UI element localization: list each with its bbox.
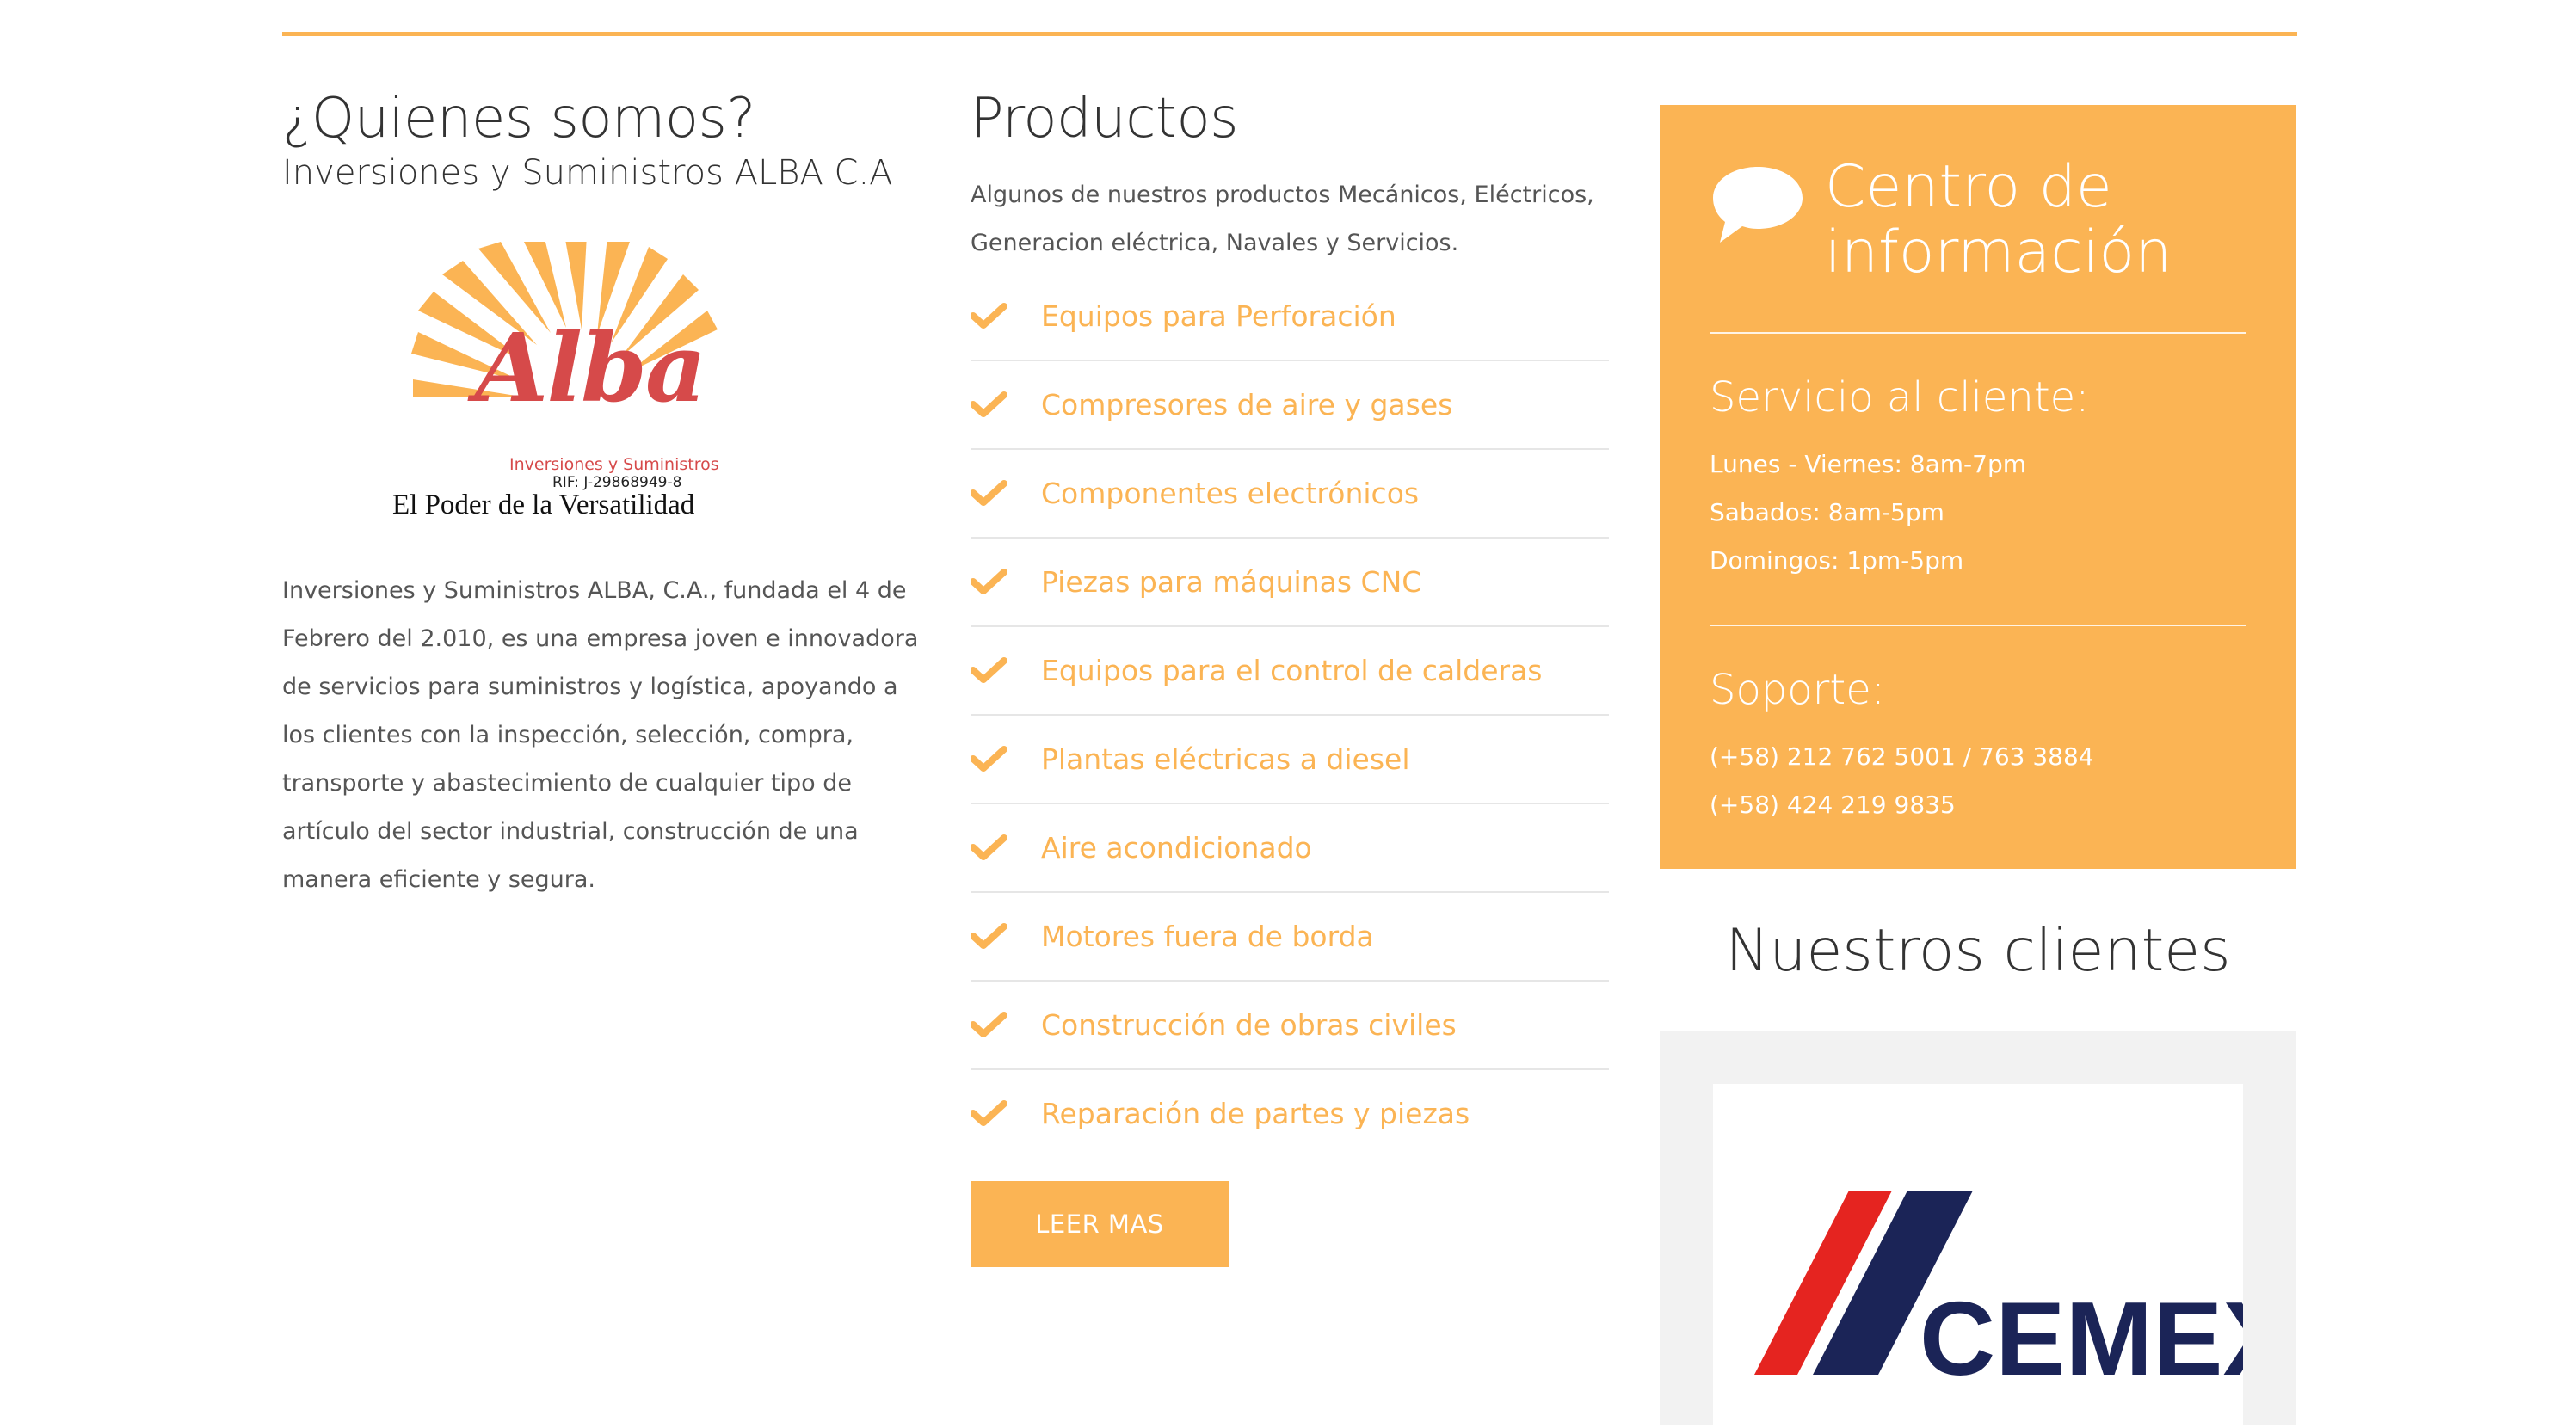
- check-icon: [971, 303, 1007, 329]
- clients-carousel: CEMEX: [1660, 1031, 2296, 1425]
- support-phone-line: (+58) 212 762 5001 / 763 3884: [1710, 742, 2094, 771]
- products-intro: Algunos de nuestros productos Mecánicos,…: [971, 181, 1594, 256]
- check-icon: [971, 569, 1007, 595]
- product-item-label: Plantas eléctricas a diesel: [1041, 742, 1410, 776]
- cemex-logo-text: CEMEX: [1920, 1280, 2243, 1397]
- about-section: ¿Quienes somos? Inversiones y Suministro…: [282, 86, 919, 904]
- clients-title: Nuestros clientes: [1725, 917, 2231, 985]
- service-hours: Lunes - Viernes: 8am-7pm Sabados: 8am-5p…: [1710, 440, 2026, 585]
- product-list-item[interactable]: Construcción de obras civiles: [971, 982, 1609, 1070]
- speech-bubble-icon: [1713, 167, 1803, 243]
- product-list-item[interactable]: Equipos para Perforación: [971, 273, 1609, 361]
- alba-logo-name: Alba: [475, 311, 706, 423]
- alba-logo-tagline: Inversiones y Suministros: [509, 454, 719, 474]
- info-center-box: Centro de información Servicio al client…: [1660, 105, 2296, 869]
- info-title: Centro de información: [1825, 155, 2172, 286]
- product-list-item[interactable]: Compresores de aire y gases: [971, 361, 1609, 450]
- product-list-item[interactable]: Equipos para el control de calderas: [971, 627, 1609, 716]
- info-title-line2: información: [1825, 219, 2172, 286]
- alba-logo-rif: RIF: J-29868949-8: [552, 473, 682, 491]
- product-item-label: Equipos para el control de calderas: [1041, 653, 1543, 687]
- product-item-label: Equipos para Perforación: [1041, 299, 1396, 333]
- product-list: Equipos para Perforación Compresores de a…: [971, 273, 1609, 1157]
- product-list-item[interactable]: Reparación de partes y piezas: [971, 1070, 1609, 1157]
- service-line: Sabados: 8am-5pm: [1710, 498, 1944, 526]
- product-list-item[interactable]: Aire acondicionado: [971, 804, 1609, 893]
- about-body: Inversiones y Suministros ALBA, C.A., fu…: [282, 576, 919, 893]
- about-subtitle: Inversiones y Suministros ALBA C.A: [282, 152, 893, 193]
- check-icon: [971, 834, 1007, 861]
- check-icon: [971, 480, 1007, 507]
- product-item-label: Construcción de obras civiles: [1041, 1007, 1457, 1042]
- product-item-label: Aire acondicionado: [1041, 830, 1312, 865]
- cemex-logo: CEMEX: [1754, 1191, 2293, 1397]
- product-list-item[interactable]: Plantas eléctricas a diesel: [971, 716, 1609, 804]
- product-item-label: Reparación de partes y piezas: [1041, 1096, 1470, 1130]
- product-list-item[interactable]: Componentes electrónicos: [971, 450, 1609, 539]
- service-heading: Servicio al cliente:: [1710, 373, 2090, 422]
- about-title: ¿Quienes somos?: [282, 87, 755, 151]
- product-item-label: Piezas para máquinas CNC: [1041, 564, 1422, 599]
- product-item-label: Compresores de aire y gases: [1041, 387, 1453, 422]
- service-line: Lunes - Viernes: 8am-7pm: [1710, 450, 2026, 478]
- info-header: Centro de información: [1710, 155, 2172, 286]
- check-icon: [971, 1100, 1007, 1127]
- check-icon: [971, 657, 1007, 684]
- check-icon: [971, 391, 1007, 418]
- top-divider: [282, 32, 2297, 36]
- support-phones: (+58) 212 762 5001 / 763 3884 (+58) 424 …: [1710, 733, 2094, 829]
- read-more-button[interactable]: LEER MAS: [971, 1180, 1229, 1267]
- product-item-label: Componentes electrónicos: [1041, 476, 1420, 510]
- product-item-label: Motores fuera de borda: [1041, 919, 1374, 953]
- products-title: Productos: [971, 87, 1239, 151]
- check-icon: [971, 1012, 1007, 1038]
- product-list-item[interactable]: Piezas para máquinas CNC: [971, 539, 1609, 627]
- client-logo-card[interactable]: CEMEX: [1713, 1084, 2293, 1425]
- alba-logo-slogan: El Poder de la Versatilidad: [392, 489, 695, 520]
- product-list-item[interactable]: Motores fuera de borda: [971, 893, 1609, 982]
- check-icon: [971, 746, 1007, 772]
- info-divider: [1710, 332, 2246, 334]
- support-heading: Soporte:: [1710, 666, 1885, 714]
- products-section: Productos Algunos de nuestros productos …: [971, 86, 1609, 1267]
- check-icon: [971, 923, 1007, 950]
- support-phone-line: (+58) 424 219 9835: [1710, 791, 1956, 819]
- service-line: Domingos: 1pm-5pm: [1710, 546, 1964, 575]
- alba-logo: Alba Inversiones y Suministros RIF: J-29…: [392, 234, 771, 520]
- info-title-line1: Centro de: [1825, 153, 2112, 221]
- info-divider: [1710, 625, 2246, 626]
